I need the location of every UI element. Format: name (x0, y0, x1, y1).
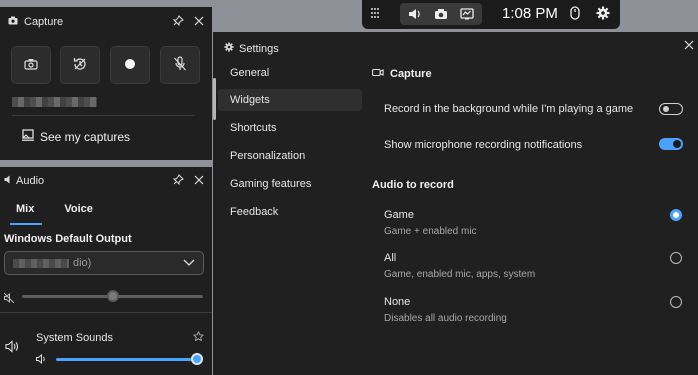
close-icon[interactable] (194, 16, 204, 29)
divider (12, 115, 195, 116)
record-button[interactable] (110, 46, 150, 84)
active-tab-indicator (10, 223, 42, 225)
output-volume-thumb[interactable] (106, 290, 119, 302)
record-last-icon (72, 56, 88, 75)
speaker-icon (5, 340, 19, 356)
pin-icon[interactable] (172, 15, 184, 29)
capture-section-title: Capture (390, 68, 432, 80)
mouse-icon[interactable] (570, 6, 580, 20)
output-device-dropdown[interactable]: dio) (4, 251, 204, 275)
speaker-icon (4, 175, 13, 187)
nav-feedback[interactable]: Feedback (218, 201, 362, 223)
audio-choice-none-desc: Disables all audio recording (384, 313, 507, 324)
close-icon[interactable] (194, 175, 204, 188)
capture-widget: Capture See my captures (0, 7, 212, 160)
video-camera-icon (372, 68, 384, 80)
audio-section-title: Audio to record (372, 179, 454, 191)
gear-icon (224, 42, 234, 55)
gear-icon[interactable] (596, 6, 610, 20)
audio-widget: Audio Mix Voice Windows Default Output d… (0, 167, 212, 375)
audio-choice-game-radio[interactable] (670, 209, 682, 221)
gallery-icon (22, 129, 34, 144)
volume-icon[interactable] (404, 5, 426, 23)
audio-choice-none-radio[interactable] (670, 296, 682, 308)
app-name-system-sounds: System Sounds (36, 332, 114, 344)
see-captures-label: See my captures (40, 129, 131, 144)
camera-icon[interactable] (430, 5, 452, 23)
star-icon[interactable] (192, 330, 205, 345)
record-last-button[interactable] (60, 46, 100, 84)
audio-choice-none-label: None (384, 296, 411, 308)
see-captures-link[interactable]: See my captures (22, 129, 130, 144)
audio-choice-all-desc: Game, enabled mic, apps, system (384, 269, 536, 280)
scroll-indicator (213, 78, 216, 120)
redacted-text (12, 97, 97, 107)
nav-general[interactable]: General (218, 62, 362, 84)
game-bar-top: 1:08 PM (362, 0, 620, 29)
speaker-muted-icon[interactable] (3, 292, 15, 306)
tab-mix[interactable]: Mix (0, 203, 46, 215)
nav-personalization[interactable]: Personalization (218, 145, 362, 167)
widget-menu-icon[interactable] (370, 7, 380, 19)
toggle-knob (663, 106, 669, 112)
divider (0, 312, 212, 313)
mic-notifications-toggle[interactable] (659, 138, 683, 150)
tab-voice[interactable]: Voice (46, 203, 105, 215)
audio-choice-game-label: Game (384, 209, 414, 221)
audio-choice-game-desc: Game + enabled mic (384, 226, 477, 237)
performance-icon[interactable] (456, 5, 478, 23)
pin-icon[interactable] (172, 174, 184, 188)
nav-shortcuts[interactable]: Shortcuts (218, 117, 362, 139)
record-background-toggle[interactable] (659, 103, 683, 115)
record-background-label: Record in the background while I'm playi… (384, 103, 634, 115)
app-volume-thumb[interactable] (191, 353, 203, 365)
output-device-value: dio) (73, 257, 92, 269)
capture-title: Capture (24, 16, 64, 28)
audio-choice-all-label: All (384, 252, 397, 264)
audio-title: Audio (16, 175, 45, 187)
mic-notifications-label: Show microphone recording notifications (384, 139, 583, 151)
output-device-label: Windows Default Output (4, 233, 132, 245)
screenshot-icon (24, 58, 38, 73)
mic-off-icon (173, 55, 187, 75)
chevron-down-icon (183, 257, 195, 269)
clock: 1:08 PM (502, 5, 558, 22)
app-volume-track[interactable] (56, 358, 197, 361)
record-icon (124, 58, 136, 73)
audio-choice-all-radio[interactable] (670, 252, 682, 264)
nav-gaming-features[interactable]: Gaming features (218, 173, 362, 195)
settings-window: Settings General Widgets Shortcuts Perso… (213, 32, 698, 375)
settings-title: Settings (239, 42, 279, 55)
mic-toggle-button[interactable] (160, 46, 200, 84)
toggle-knob (673, 140, 681, 148)
capture-header: Capture (0, 7, 212, 37)
speaker-small-icon[interactable] (36, 353, 47, 367)
redacted-text (13, 258, 69, 268)
settings-header: Settings (224, 42, 279, 55)
audio-tabs: Mix Voice (0, 203, 105, 215)
close-icon[interactable] (684, 39, 694, 52)
camera-icon (8, 16, 18, 28)
nav-widgets[interactable]: Widgets (218, 89, 362, 111)
widget-shortcuts (400, 3, 482, 25)
audio-section-header: Audio to record (372, 179, 454, 191)
capture-section-header: Capture (372, 68, 432, 80)
screenshot-button[interactable] (11, 46, 51, 84)
audio-header: Audio (0, 167, 212, 195)
